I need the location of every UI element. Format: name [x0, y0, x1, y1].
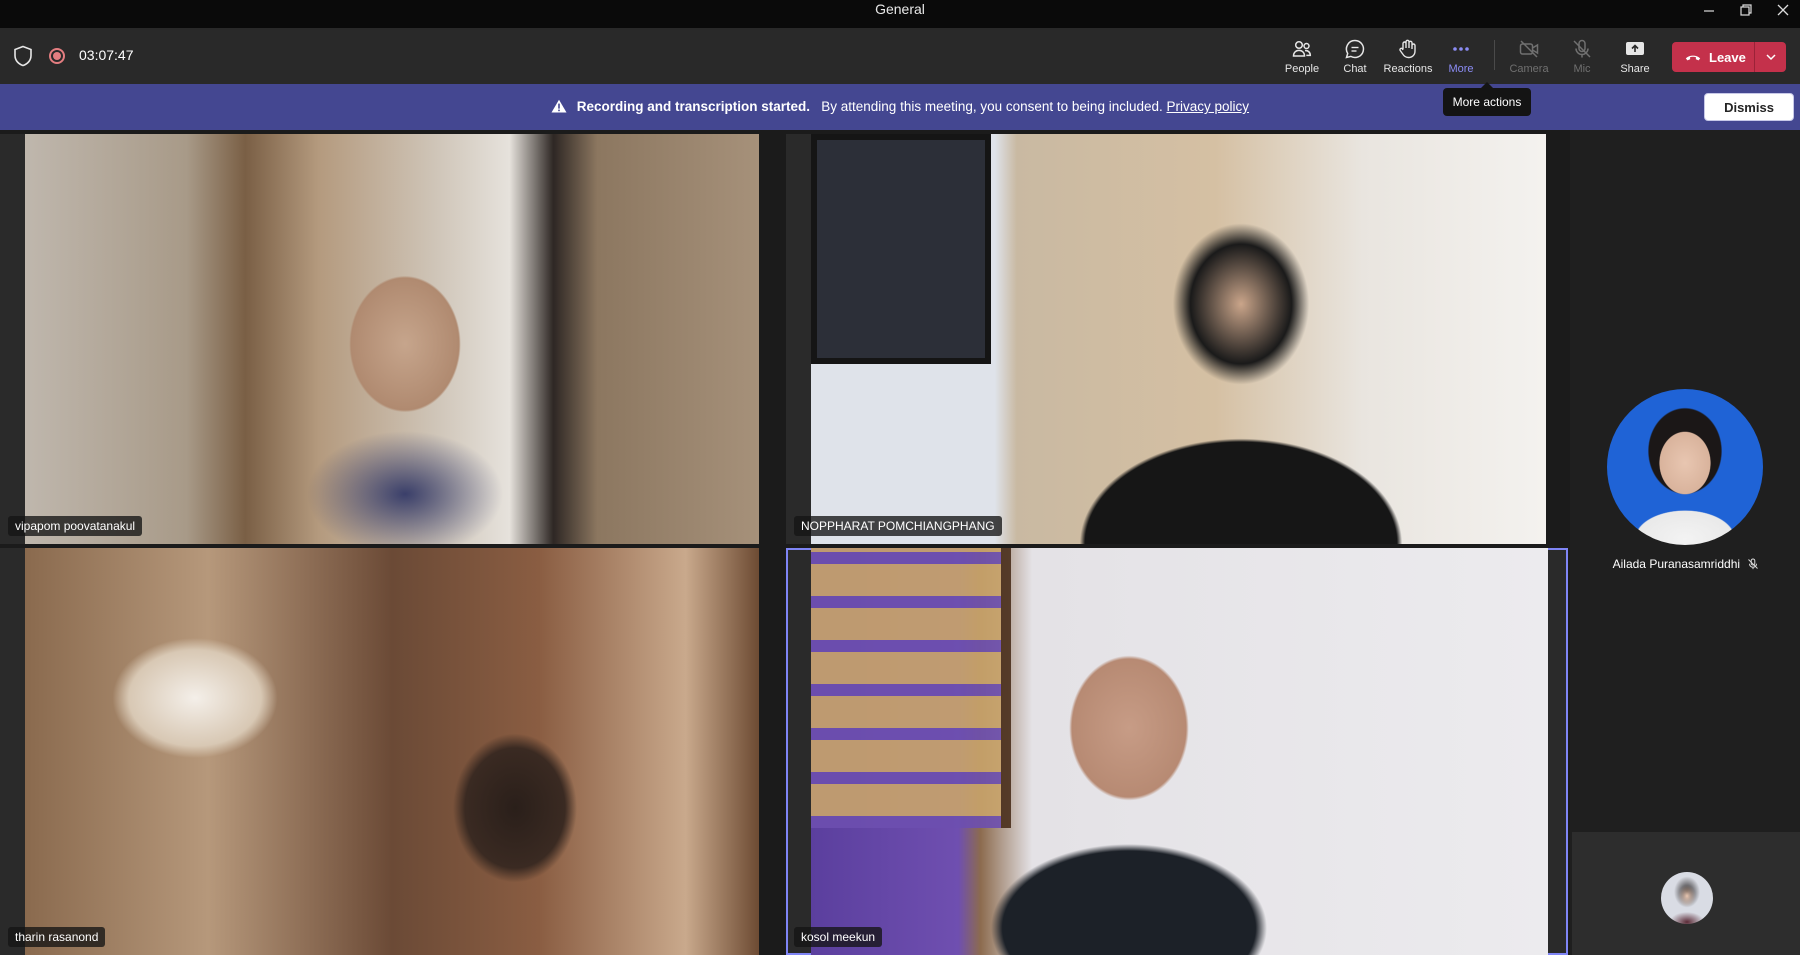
- toolbar-divider: [1494, 40, 1495, 70]
- participant-name: kosol meekun: [794, 927, 883, 947]
- self-view-tile[interactable]: [1572, 832, 1800, 955]
- dismiss-button[interactable]: Dismiss: [1704, 93, 1794, 121]
- leave-button-group: Leave: [1672, 42, 1786, 72]
- participant-name: vipapom poovatanakul: [8, 516, 143, 536]
- participant-video: [811, 548, 1548, 955]
- window-title: General: [875, 1, 925, 17]
- side-participant-name: Ailada Puranasamriddhi: [1612, 557, 1741, 571]
- camera-button[interactable]: Camera: [1501, 32, 1557, 78]
- people-button[interactable]: People: [1274, 32, 1330, 78]
- chat-label: Chat: [1343, 63, 1367, 75]
- meeting-toolbar: 03:07:47 People Chat Reactions More Came…: [0, 28, 1800, 84]
- banner-title: Recording and transcription started.: [576, 99, 810, 114]
- chevron-down-icon: [1765, 54, 1776, 61]
- share-button[interactable]: Share: [1607, 32, 1663, 78]
- video-stage: vipapom poovatanakul NOPPHARAT POMCHIANG…: [0, 130, 1570, 955]
- muted-mic-icon: [1748, 558, 1759, 570]
- side-participant-name-row: Ailada Puranasamriddhi: [1572, 557, 1800, 571]
- reactions-label: Reactions: [1383, 63, 1433, 75]
- leave-label: Leave: [1709, 49, 1746, 65]
- chat-button[interactable]: Chat: [1327, 32, 1383, 78]
- participant-avatar[interactable]: [1607, 389, 1763, 545]
- people-label: People: [1284, 63, 1320, 75]
- mic-off-icon: [1573, 39, 1591, 58]
- leave-button[interactable]: Leave: [1672, 42, 1754, 72]
- recording-icon: [49, 48, 65, 64]
- more-label: More: [1448, 63, 1474, 75]
- close-icon[interactable]: [1766, 0, 1800, 19]
- participant-name: tharin rasanond: [8, 927, 106, 947]
- banner-text: By attending this meeting, you consent t…: [821, 99, 1163, 114]
- participant-tile[interactable]: NOPPHARAT POMCHIANGPHANG: [786, 134, 1546, 544]
- participant-name: NOPPHARAT POMCHIANGPHANG: [794, 516, 1002, 536]
- participant-tile-active-speaker[interactable]: kosol meekun: [786, 548, 1568, 955]
- mic-label: Mic: [1573, 63, 1591, 75]
- participant-tile[interactable]: vipapom poovatanakul: [0, 134, 759, 544]
- raise-hand-icon: [1399, 39, 1416, 59]
- restore-icon[interactable]: [1729, 0, 1763, 19]
- background-photo-board: [811, 548, 1011, 828]
- camera-label: Camera: [1509, 63, 1549, 75]
- self-avatar: [1661, 872, 1713, 924]
- shield-icon: [14, 45, 32, 67]
- people-icon: [1292, 40, 1312, 57]
- participant-video: [25, 134, 759, 544]
- more-actions-tooltip: More actions: [1443, 82, 1531, 116]
- share-screen-icon: [1626, 42, 1644, 55]
- background-monitor: [811, 134, 991, 364]
- share-label: Share: [1620, 63, 1650, 75]
- leave-options-button[interactable]: [1755, 42, 1786, 72]
- camera-off-icon: [1519, 40, 1539, 58]
- reactions-button[interactable]: Reactions: [1380, 32, 1436, 78]
- hang-up-icon: [1685, 55, 1701, 61]
- participant-video: [25, 548, 759, 955]
- participant-video: [811, 134, 1546, 544]
- minimize-icon[interactable]: [1692, 0, 1726, 19]
- privacy-policy-link[interactable]: Privacy policy: [1167, 99, 1250, 114]
- warning-icon: [551, 99, 567, 113]
- window-titlebar: General: [0, 0, 1800, 28]
- more-dots-icon: [1453, 47, 1469, 51]
- meeting-timer: 03:07:47: [79, 47, 134, 63]
- participant-tile[interactable]: tharin rasanond: [0, 548, 759, 955]
- mic-button[interactable]: Mic: [1554, 32, 1610, 78]
- more-button[interactable]: More: [1433, 32, 1489, 78]
- chat-icon: [1345, 39, 1365, 59]
